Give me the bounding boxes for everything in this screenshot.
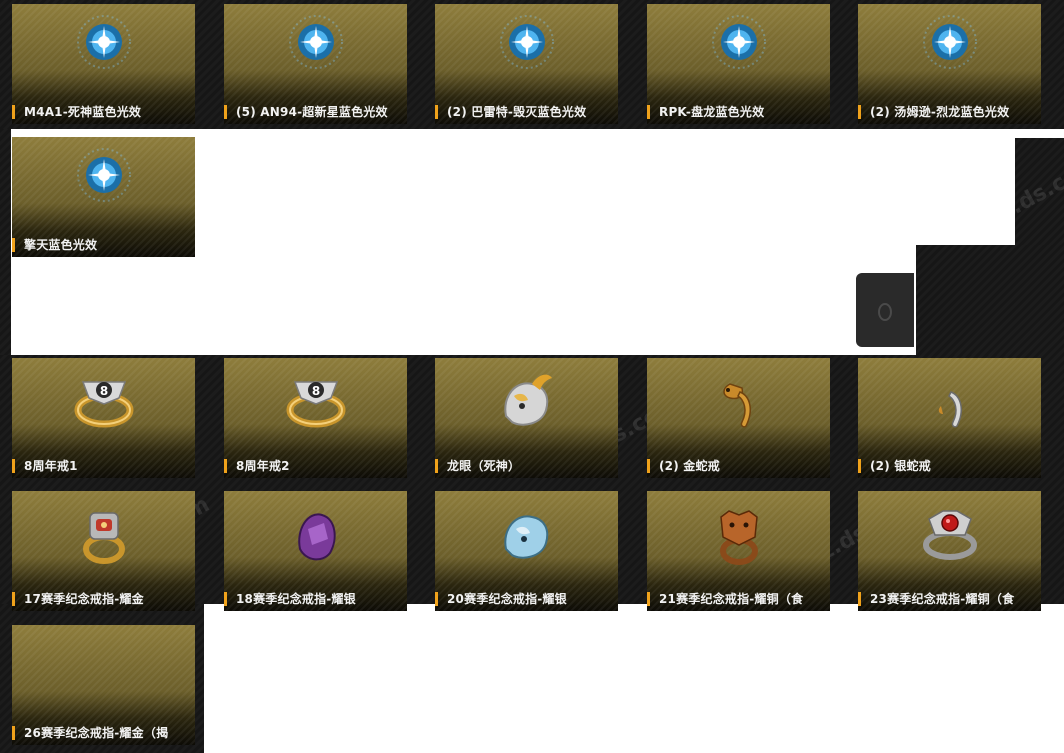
item-name: (2) 巴雷特-毁灭蓝色光效 — [435, 105, 586, 119]
item-card-qingtian-effect[interactable]: 擎天蓝色光效 — [12, 137, 195, 257]
item-card-8th-ring-1[interactable]: 8 8周年戒1 — [12, 358, 195, 478]
gold-ring-icon: 8 — [74, 381, 133, 428]
svg-text:8: 8 — [99, 384, 107, 398]
background-right-mid — [916, 245, 1064, 355]
item-card-silver-snake[interactable]: (2) 银蛇戒 — [858, 358, 1041, 478]
season-ring-dragon-icon — [503, 515, 548, 559]
item-name: 21赛季纪念戒指-耀铜（食 — [647, 592, 803, 606]
blue-glow-effect-icon — [922, 15, 977, 69]
item-card-an94-effect[interactable]: (5) AN94-超新星蓝色光效 — [224, 4, 407, 124]
item-name: 8周年戒2 — [224, 459, 290, 473]
item-card-barrett-effect[interactable]: (2) 巴雷特-毁灭蓝色光效 — [435, 4, 618, 124]
blue-glow-effect-icon — [288, 15, 343, 69]
item-name: 23赛季纪念戒指-耀铜（食 — [858, 592, 1014, 606]
item-name: (2) 银蛇戒 — [858, 459, 931, 473]
blue-glow-effect-icon — [499, 15, 554, 69]
gold-ring-icon: 8 — [286, 381, 345, 428]
item-name: 17赛季纪念戒指-耀金 — [12, 592, 144, 606]
item-card-m4a1-effect[interactable]: M4A1-死神蓝色光效 — [12, 4, 195, 124]
season-ring-purple-icon — [297, 513, 336, 561]
item-name: (2) 金蛇戒 — [647, 459, 720, 473]
item-name: (2) 汤姆逊-烈龙蓝色光效 — [858, 105, 1009, 119]
item-name: 20赛季纪念戒指-耀银 — [435, 592, 567, 606]
silver-snake-ring-icon — [938, 391, 962, 428]
item-card-8th-ring-2[interactable]: 8 8周年戒2 — [224, 358, 407, 478]
season-ring-tiger-icon — [719, 510, 758, 565]
item-card-s21-ring[interactable]: 21赛季纪念戒指-耀铜（食 — [647, 491, 830, 611]
season-ring-gold-icon — [82, 512, 125, 564]
item-name: 26赛季纪念戒指-耀金（揭 — [12, 726, 168, 740]
item-card-rpk-effect[interactable]: RPK-盘龙蓝色光效 — [647, 4, 830, 124]
item-card-dragon-eye[interactable]: 龙眼（死神） — [435, 358, 618, 478]
item-card-thompson-effect[interactable]: (2) 汤姆逊-烈龙蓝色光效 — [858, 4, 1041, 124]
item-card-gold-snake[interactable]: (2) 金蛇戒 — [647, 358, 830, 478]
item-card-s26-ring[interactable]: 26赛季纪念戒指-耀金（揭 — [12, 625, 195, 745]
season-ring-ruby-icon — [922, 510, 977, 560]
item-name: M4A1-死神蓝色光效 — [12, 105, 141, 119]
dragon-ring-icon — [503, 374, 552, 426]
item-card-s18-ring[interactable]: 18赛季纪念戒指-耀银 — [224, 491, 407, 611]
blue-glow-effect-icon — [76, 15, 131, 69]
blue-glow-effect-icon — [76, 148, 131, 202]
item-name: 18赛季纪念戒指-耀银 — [224, 592, 356, 606]
item-card-s20-ring[interactable]: 20赛季纪念戒指-耀银 — [435, 491, 618, 611]
svg-text:8: 8 — [311, 384, 319, 398]
item-name: 龙眼（死神） — [435, 459, 520, 473]
blue-glow-effect-icon — [711, 15, 766, 69]
item-name: 擎天蓝色光效 — [12, 238, 97, 252]
item-name: (5) AN94-超新星蓝色光效 — [224, 105, 388, 119]
side-toggle-button[interactable] — [856, 273, 914, 347]
gold-snake-ring-icon — [722, 383, 751, 428]
item-card-s17-ring[interactable]: 17赛季纪念戒指-耀金 — [12, 491, 195, 611]
item-name: RPK-盘龙蓝色光效 — [647, 105, 764, 119]
item-name: 8周年戒1 — [12, 459, 78, 473]
item-card-s23-ring[interactable]: 23赛季纪念戒指-耀铜（食 — [858, 491, 1041, 611]
